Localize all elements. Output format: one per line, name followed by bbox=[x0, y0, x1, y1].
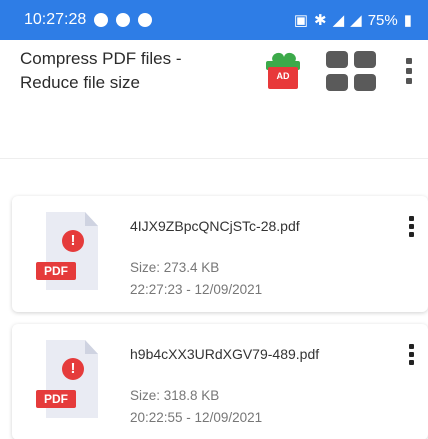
file-name: h9b4cXX3URdXGV79-489.pdf bbox=[130, 346, 320, 362]
file-datetime: 20:22:55 - 12/09/2021 bbox=[130, 410, 263, 425]
file-datetime: 22:27:23 - 12/09/2021 bbox=[130, 282, 263, 297]
file-size: Size: 318.8 KB bbox=[130, 388, 220, 403]
file-size: Size: 273.4 KB bbox=[130, 260, 220, 275]
file-card[interactable]: ! PDF h9b4cXX3URdXGV79-489.pdf Size: 318… bbox=[12, 324, 428, 439]
ad-label: AD bbox=[276, 71, 290, 81]
more-vertical-icon[interactable] bbox=[404, 58, 414, 84]
gift-ad-icon[interactable]: AD bbox=[264, 51, 304, 91]
pdf-file-icon: ! PDF bbox=[36, 212, 104, 290]
battery-percent: 75% bbox=[367, 11, 398, 29]
notification-icon bbox=[94, 13, 109, 27]
signal-icon: ◢ bbox=[350, 12, 362, 29]
page-title: Compress PDF files - Reduce file size bbox=[20, 47, 264, 95]
file-name: 4IJX9ZBpcQNCjSTc-28.pdf bbox=[130, 218, 300, 234]
status-bar: 10:27:28 ▣ ✱ ◢ ◢ 75% ▮ bbox=[0, 0, 428, 40]
file-more-icon[interactable] bbox=[409, 216, 414, 237]
file-card[interactable]: ! PDF 4IJX9ZBpcQNCjSTc-28.pdf Size: 273.… bbox=[12, 196, 428, 312]
title-line-2: Reduce file size bbox=[20, 73, 141, 92]
alert-icon: ! bbox=[62, 358, 84, 380]
app-bar: Compress PDF files - Reduce file size AD bbox=[0, 40, 428, 102]
battery-icon: ▮ bbox=[403, 12, 412, 29]
pdf-badge: PDF bbox=[36, 390, 76, 408]
status-time: 10:27:28 bbox=[24, 11, 87, 28]
wifi-icon: ◢ bbox=[332, 12, 345, 29]
grid-view-icon[interactable] bbox=[326, 51, 376, 91]
vibrate-icon: ✱ bbox=[314, 12, 327, 29]
title-line-1: Compress PDF files - bbox=[20, 49, 182, 68]
message-icon bbox=[116, 13, 131, 27]
nfc-icon: ▣ bbox=[293, 12, 309, 29]
file-more-icon[interactable] bbox=[409, 344, 414, 365]
divider bbox=[0, 158, 428, 159]
chat-icon bbox=[138, 13, 153, 27]
alert-icon: ! bbox=[62, 230, 84, 252]
pdf-badge: PDF bbox=[36, 262, 76, 280]
pdf-file-icon: ! PDF bbox=[36, 340, 104, 418]
